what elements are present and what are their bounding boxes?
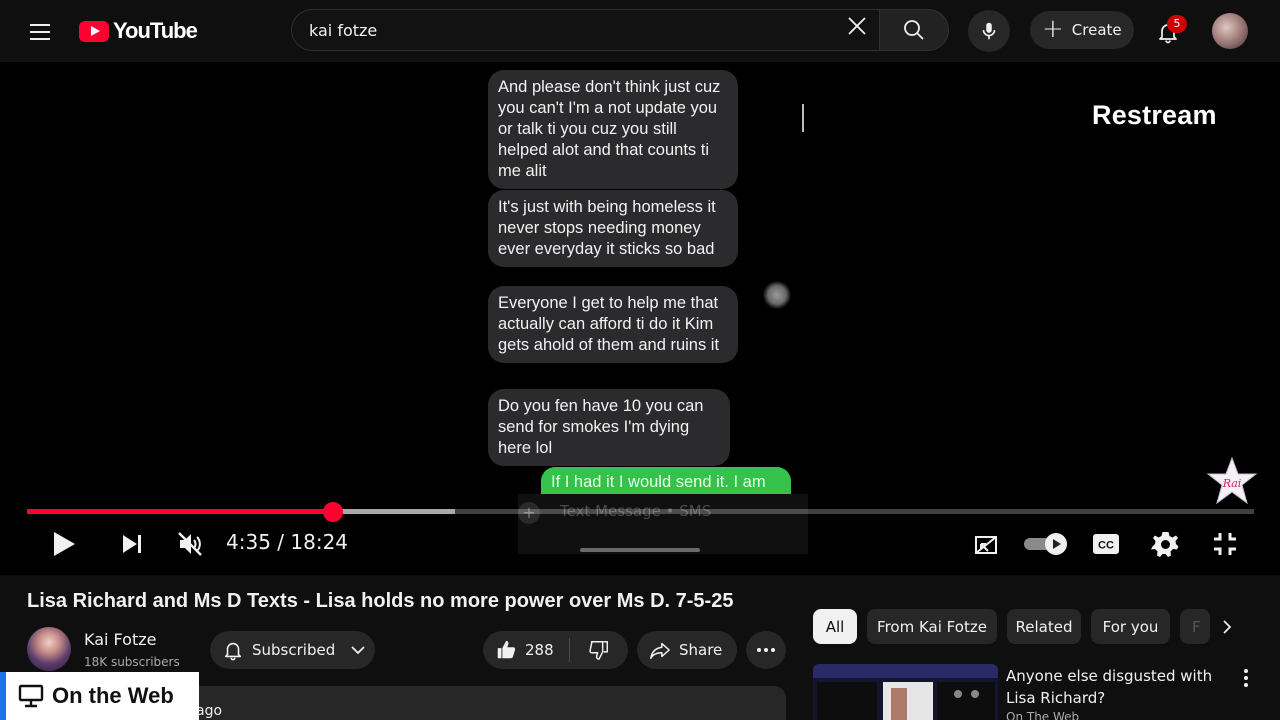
time-total: 18:24	[290, 530, 349, 554]
cc-icon: CC	[1093, 534, 1119, 554]
exit-fullscreen-button[interactable]	[1207, 526, 1243, 562]
bell-icon	[224, 642, 242, 661]
on-the-web-label: On the Web	[52, 683, 174, 708]
settings-button[interactable]	[1147, 526, 1183, 562]
mute-button[interactable]	[172, 526, 208, 562]
video-title: Lisa Richard and Ms D Texts - Lisa holds…	[27, 590, 734, 612]
dislike-button[interactable]	[570, 631, 628, 669]
autoplay-toggle[interactable]	[1022, 526, 1070, 562]
restream-watermark: Restream	[1092, 100, 1217, 130]
search-input[interactable]	[309, 10, 829, 50]
mute-icon	[178, 532, 202, 556]
close-icon[interactable]	[845, 14, 879, 48]
monitor-icon	[18, 684, 44, 708]
voice-search-button[interactable]	[968, 10, 1010, 52]
thumbs-down-icon	[589, 641, 608, 660]
time-current: 4:35	[226, 530, 271, 554]
chevron-down-icon	[351, 646, 365, 655]
youtube-play-icon	[79, 20, 109, 42]
channel-avatar[interactable]	[27, 627, 71, 671]
message-bubble: Everyone I get to help me that actually …	[488, 286, 738, 363]
subscribed-button[interactable]: Subscribed	[210, 631, 375, 669]
notification-badge: 5	[1167, 15, 1187, 33]
more-actions-button[interactable]	[746, 631, 786, 669]
like-count: 288	[525, 641, 554, 659]
search-icon	[904, 20, 924, 40]
message-bubble: It's just with being homeless it never s…	[488, 190, 738, 267]
time-separator: /	[277, 530, 285, 554]
like-dislike-group: 288	[483, 631, 628, 669]
like-button[interactable]: 288	[483, 631, 569, 669]
chevron-right-icon[interactable]	[1212, 612, 1242, 642]
home-indicator	[580, 548, 700, 552]
star-logo: Rai	[1206, 456, 1258, 505]
share-label: Share	[679, 641, 723, 659]
avatar[interactable]	[1212, 13, 1248, 49]
video-player[interactable]: And please don't think just cuz you can'…	[0, 62, 1280, 575]
more-vertical-icon[interactable]	[1236, 667, 1256, 689]
recommendation-thumbnail[interactable]	[813, 664, 998, 720]
share-button[interactable]: Share	[637, 631, 737, 669]
settings-icon	[1151, 532, 1179, 557]
create-button[interactable]: + Create	[1030, 11, 1134, 49]
mic-icon	[982, 22, 996, 40]
search-box	[291, 9, 879, 51]
create-label: Create	[1071, 21, 1122, 39]
message-bubble: And please don't think just cuz you can'…	[488, 70, 738, 189]
description-snippet: ago	[196, 703, 223, 719]
on-the-web-badge: On the Web	[0, 672, 199, 720]
chip-from-kai-fotze[interactable]: From Kai Fotze	[867, 609, 997, 644]
recommendation-title[interactable]: Anyone else disgusted with Lisa Richard?	[1006, 665, 1231, 709]
plus-icon: +	[1042, 13, 1064, 44]
play-button[interactable]	[46, 526, 82, 562]
sent-message-bubble: If I had it I would send it. I am	[541, 467, 791, 497]
next-button[interactable]	[114, 526, 150, 562]
star-logo-text: Rai	[1222, 477, 1242, 490]
progress-played	[27, 509, 333, 514]
touch-indicator	[763, 281, 791, 309]
recommendation-channel: On The Web	[1006, 710, 1080, 720]
masthead: YouTube + Create 5	[0, 0, 1280, 62]
play-icon	[54, 532, 75, 556]
channel-name[interactable]: Kai Fotze	[84, 630, 156, 649]
share-icon	[650, 642, 670, 659]
captions-button[interactable]: CC	[1088, 526, 1124, 562]
next-icon	[123, 535, 141, 553]
subscribed-label: Subscribed	[252, 641, 336, 659]
svg-text:CC: CC	[1098, 540, 1114, 552]
text-cursor	[802, 104, 804, 132]
chip-partial[interactable]: F	[1180, 609, 1210, 644]
chip-all[interactable]: All	[813, 609, 857, 644]
progress-bar[interactable]	[27, 509, 1254, 514]
thumbs-up-icon	[497, 640, 516, 659]
miniplayer-icon	[975, 536, 997, 554]
subscriber-count: 18K subscribers	[84, 655, 180, 669]
youtube-logo[interactable]: YouTube	[79, 18, 198, 44]
miniplayer-button[interactable]	[968, 526, 1004, 562]
message-bubble: Do you fen have 10 you can send for smok…	[488, 389, 730, 466]
menu-icon[interactable]	[20, 12, 60, 52]
search-button[interactable]	[879, 9, 949, 51]
logo-text: YouTube	[113, 18, 198, 43]
chip-for-you[interactable]: For you	[1091, 609, 1170, 644]
sms-conversation: And please don't think just cuz you can'…	[488, 62, 808, 575]
exit-fullscreen-icon	[1214, 533, 1236, 555]
more-horizontal-icon	[757, 648, 775, 652]
scrubber-handle[interactable]	[323, 502, 343, 522]
time-display: 4:35 / 18:24	[226, 530, 348, 554]
chip-related[interactable]: Related	[1007, 609, 1081, 644]
message-composer: + Text Message • SMS	[518, 494, 808, 554]
